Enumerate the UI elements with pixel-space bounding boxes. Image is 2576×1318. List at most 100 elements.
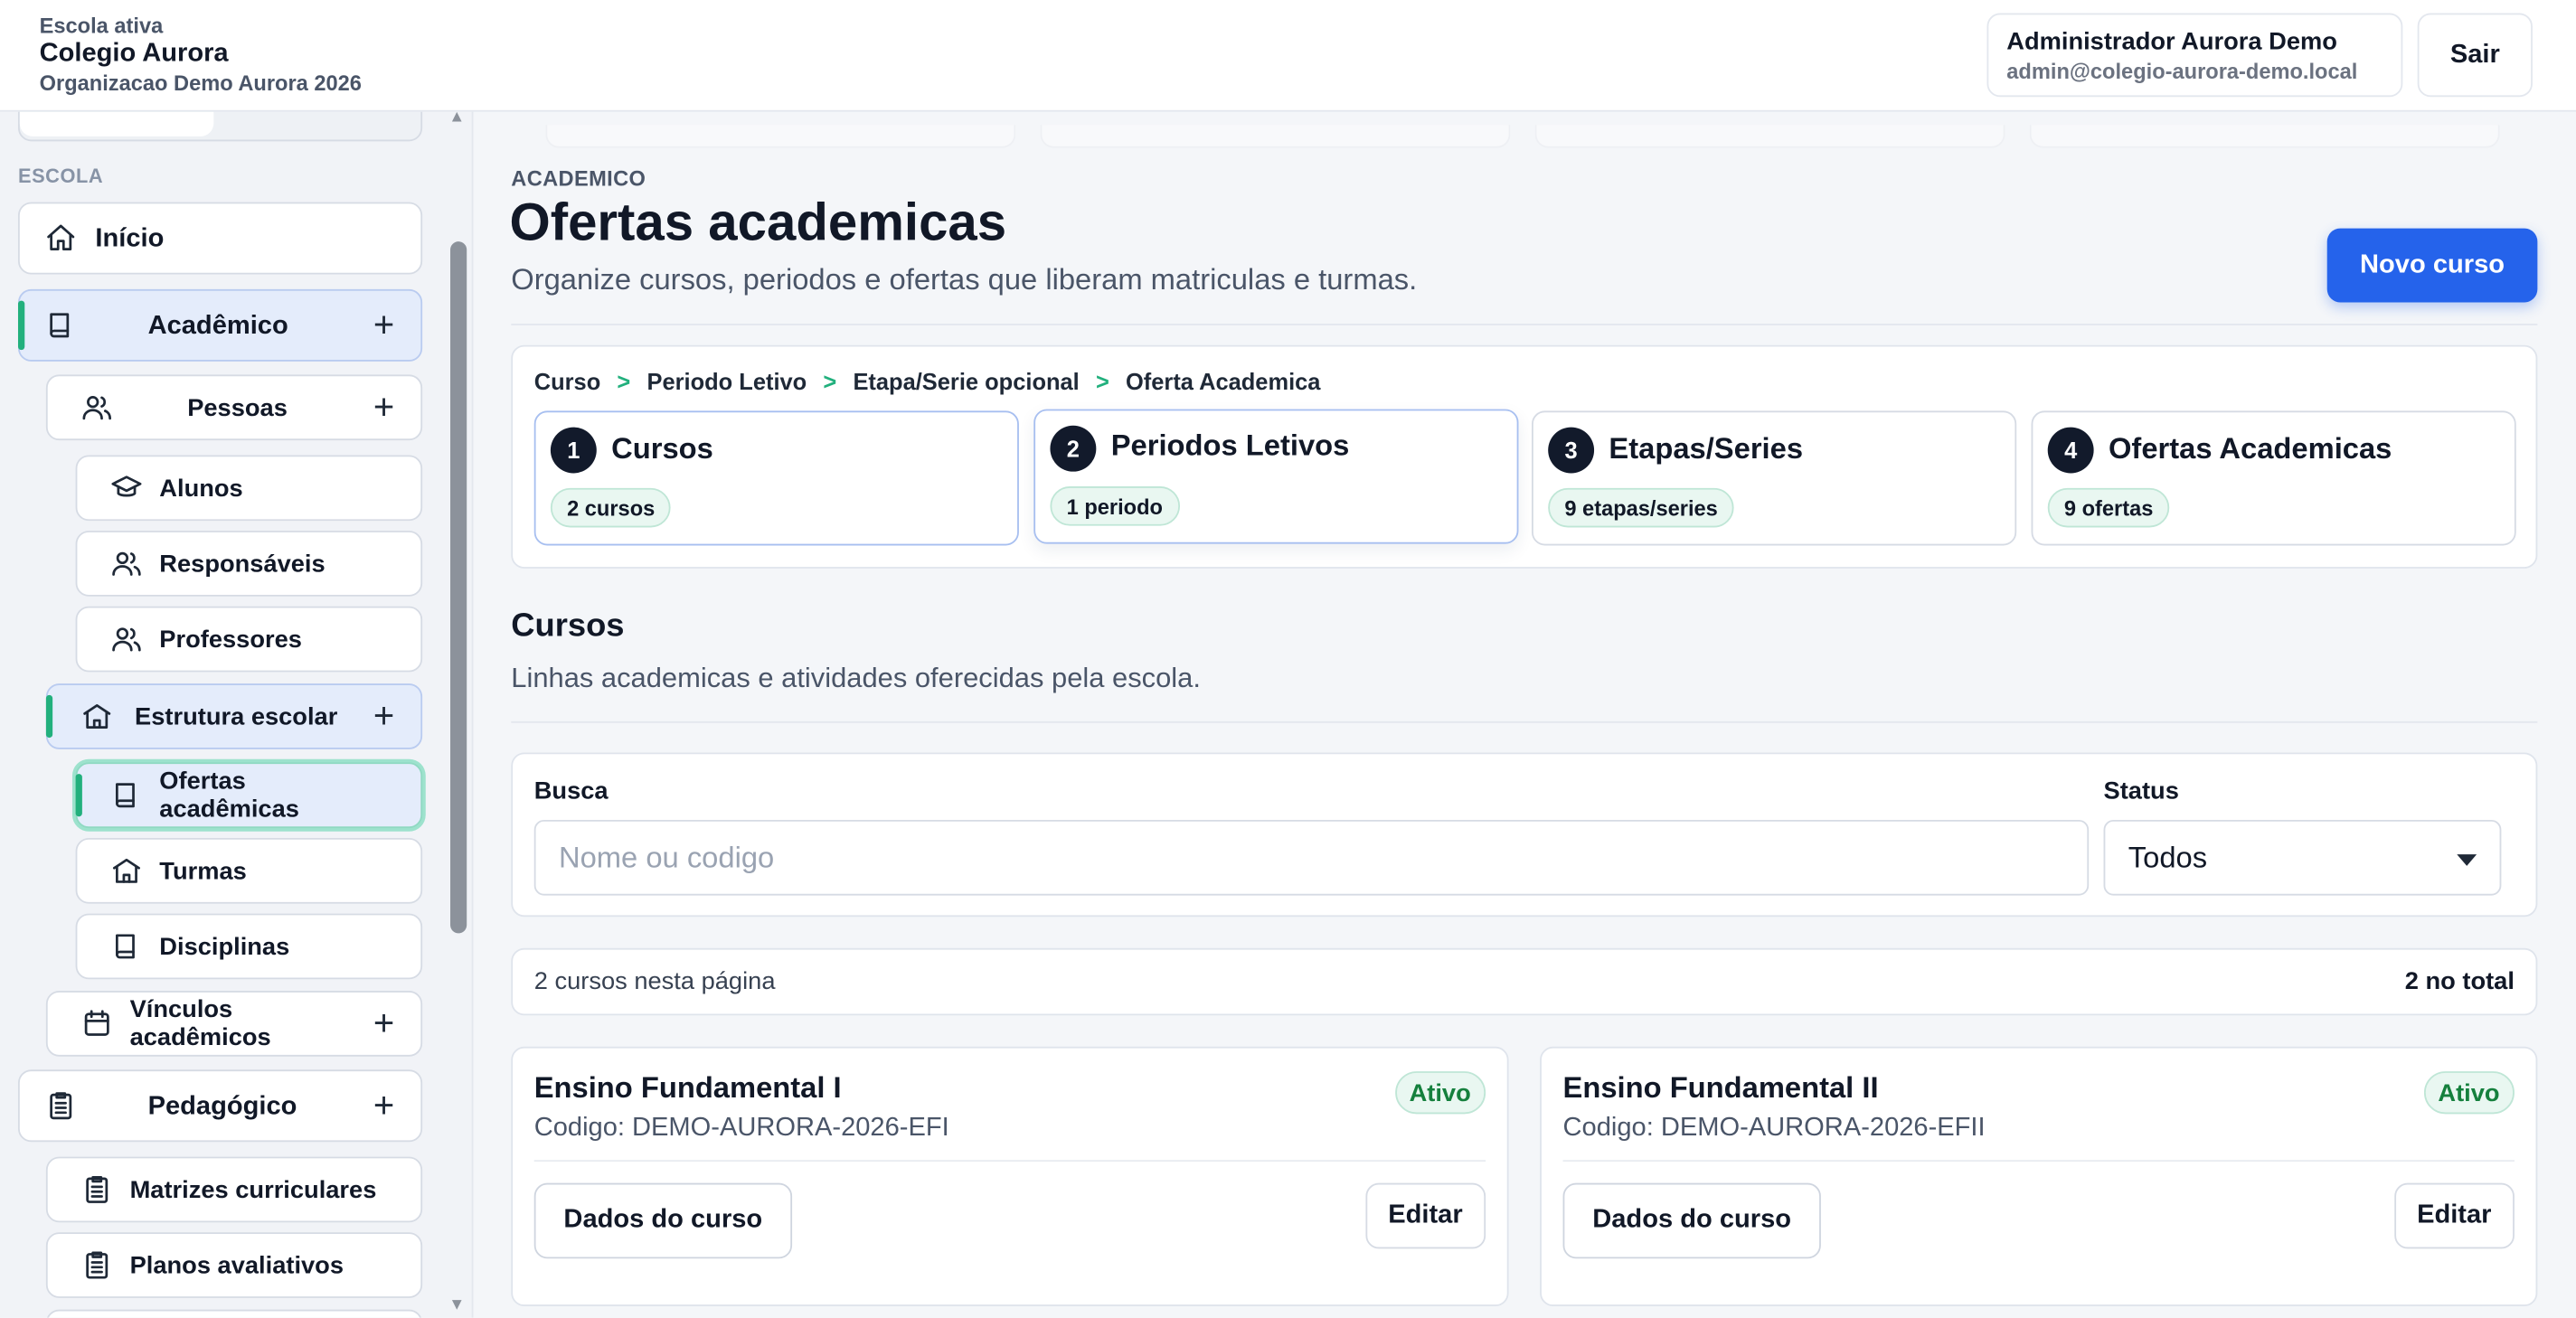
new-course-button[interactable]: Novo curso [2326,228,2538,303]
clipboard-icon [42,1087,79,1124]
clipboard-icon [79,1172,115,1208]
step-card-periodos-letivos[interactable]: 2 Periodos Letivos 1 periodo [1033,409,1519,544]
step-count-badge: 9 etapas/series [1548,487,1734,528]
book-icon [42,307,79,344]
course-code: Codigo: DEMO-AURORA-2026-EFI [533,1114,949,1143]
status-badge: Ativo [2423,1071,2515,1115]
course-code: Codigo: DEMO-AURORA-2026-EFII [1562,1114,1986,1143]
expand-icon[interactable]: + [373,1004,394,1041]
app-root: Escola ativa Colegio Aurora Organizacao … [0,0,2576,1318]
step-title: Ofertas Academicas [2108,432,2392,466]
sidebar-section-label: ESCOLA [17,164,104,188]
top-bar: Escola ativa Colegio Aurora Organizacao … [0,0,2576,112]
active-school: Escola ativa Colegio Aurora Organizacao … [40,14,362,96]
divider [511,324,2538,325]
search-input[interactable] [533,819,2090,896]
sidebar-item-label: Disciplinas [159,932,290,961]
divider [1562,1160,2515,1163]
expand-icon[interactable]: + [373,389,394,426]
expand-icon[interactable]: + [373,306,394,344]
book-icon [109,777,145,814]
breadcrumb: Curso > Periodo Letivo > Etapa/Serie opc… [534,368,1321,394]
filters-panel: Busca Status Todos [511,752,2538,918]
sidebar-item-turmas[interactable]: Turmas [75,837,423,904]
step-card-etapas-series[interactable]: 3 Etapas/Series 9 etapas/series [1532,410,2017,546]
school-name: Colegio Aurora [39,39,229,68]
breadcrumb-separator: > [1095,368,1109,395]
sidebar-item-professores[interactable]: Professores [75,606,423,673]
active-school-label: Escola ativa [39,13,164,38]
breadcrumb-periodo-letivo[interactable]: Periodo Letivo [646,368,807,394]
school-icon [109,852,145,889]
sidebar-item-label: Pedagógico [147,1091,297,1120]
step-title: Etapas/Series [1609,432,1804,466]
step-title: Periodos Letivos [1110,428,1350,462]
sidebar-item-label: Turmas [159,856,247,885]
sidebar-item-estrutura-escolar[interactable]: Estrutura escolar + [45,683,423,749]
course-details-button[interactable]: Dados do curso [1562,1182,1821,1259]
sidebar-item-alunos[interactable]: Alunos [75,455,423,522]
status-label: Status [2103,777,2179,805]
main-content: ACADEMICO Ofertas academicas Organize cu… [473,112,2576,1318]
page-title: Ofertas academicas [509,192,1007,252]
sidebar-item-label: Matrizes curriculares [129,1175,377,1204]
sidebar-item-matrizes-curriculares[interactable]: Matrizes curriculares [45,1156,423,1223]
status-select[interactable]: Todos [2103,819,2502,896]
calendar-icon [79,1005,115,1041]
sidebar-item-responsaveis[interactable]: Responsáveis [75,531,423,597]
step-title: Cursos [611,432,713,466]
sidebar-item-label: Professores [159,625,302,654]
page-description: Organize cursos, periodos e ofertas que … [511,262,1418,297]
academic-flow-panel: Curso > Periodo Letivo > Etapa/Serie opc… [511,344,2538,569]
breadcrumb-curso[interactable]: Curso [534,368,601,394]
sidebar-scrollbar-thumb[interactable] [450,241,467,934]
sidebar-item-disciplinas[interactable]: Disciplinas [75,913,423,980]
sidebar-item-label: Acadêmico [147,311,288,340]
user-email: admin@colegio-aurora-demo.local [2006,59,2358,84]
step-card-ofertas-academicas[interactable]: 4 Ofertas Academicas 9 ofertas [2031,410,2516,546]
expand-icon[interactable]: + [373,1087,394,1124]
course-card: Ensino Fundamental I Codigo: DEMO-AURORA… [511,1046,1509,1306]
step-number: 4 [2047,427,2094,474]
sidebar-item-label: Pessoas [187,393,288,422]
sidebar-item-vinculos-academicos[interactable]: Vínculos acadêmicos + [45,991,423,1057]
scroll-down-arrow-icon[interactable]: ▼ [448,1296,465,1314]
chevron-down-icon [2457,854,2477,866]
step-count-badge: 9 ofertas [2047,487,2170,528]
edit-button[interactable]: Editar [2393,1182,2515,1249]
home-icon [42,221,79,257]
logout-button[interactable]: Sair [2417,13,2533,98]
course-details-button[interactable]: Dados do curso [533,1182,792,1259]
expand-icon[interactable]: + [373,698,394,734]
sidebar-item-inicio[interactable]: Início [17,202,423,275]
users-icon [109,621,145,657]
step-count-badge: 1 periodo [1050,486,1180,526]
status-badge: Ativo [1394,1071,1486,1115]
breadcrumb-oferta-academica[interactable]: Oferta Academica [1126,368,1320,394]
sidebar-item-label: Alunos [159,474,243,503]
breadcrumb-etapa-serie[interactable]: Etapa/Serie opcional [853,368,1079,394]
section-description: Linhas academicas e atividades oferecida… [511,662,1201,694]
page-eyebrow: ACADEMICO [511,165,646,191]
sidebar-item-label: Responsáveis [159,549,326,578]
page-count: 2 cursos nesta página [533,967,776,996]
sidebar-item-next[interactable] [45,1309,423,1318]
sidebar-item-label: Início [95,224,165,253]
sidebar-item-pessoas[interactable]: Pessoas + [45,374,423,441]
status-select-value: Todos [2128,840,2208,874]
sidebar-item-academico[interactable]: Acadêmico + [17,288,423,362]
user-card[interactable]: Administrador Aurora Demo admin@colegio-… [1986,13,2403,98]
sidebar-item-pedagogico[interactable]: Pedagógico + [17,1069,423,1143]
sidebar-item-label: Vínculos acadêmicos [129,995,271,1052]
users-icon [109,545,145,581]
sidebar-switcher[interactable] [17,111,423,142]
results-count-bar: 2 cursos nesta página 2 no total [511,947,2538,1016]
step-card-cursos[interactable]: 1 Cursos 2 cursos [533,410,1019,546]
step-number: 3 [1548,427,1595,474]
sidebar-item-planos-avaliativos[interactable]: Planos avaliativos [45,1232,423,1298]
total-count: 2 no total [2404,967,2515,996]
sidebar-item-ofertas-academicas[interactable]: Ofertas acadêmicas [75,762,423,829]
edit-button[interactable]: Editar [1364,1182,1486,1249]
book-icon [109,928,145,965]
sidebar: ESCOLA Início Acadêmico + Pessoas + Alun… [0,111,474,1318]
